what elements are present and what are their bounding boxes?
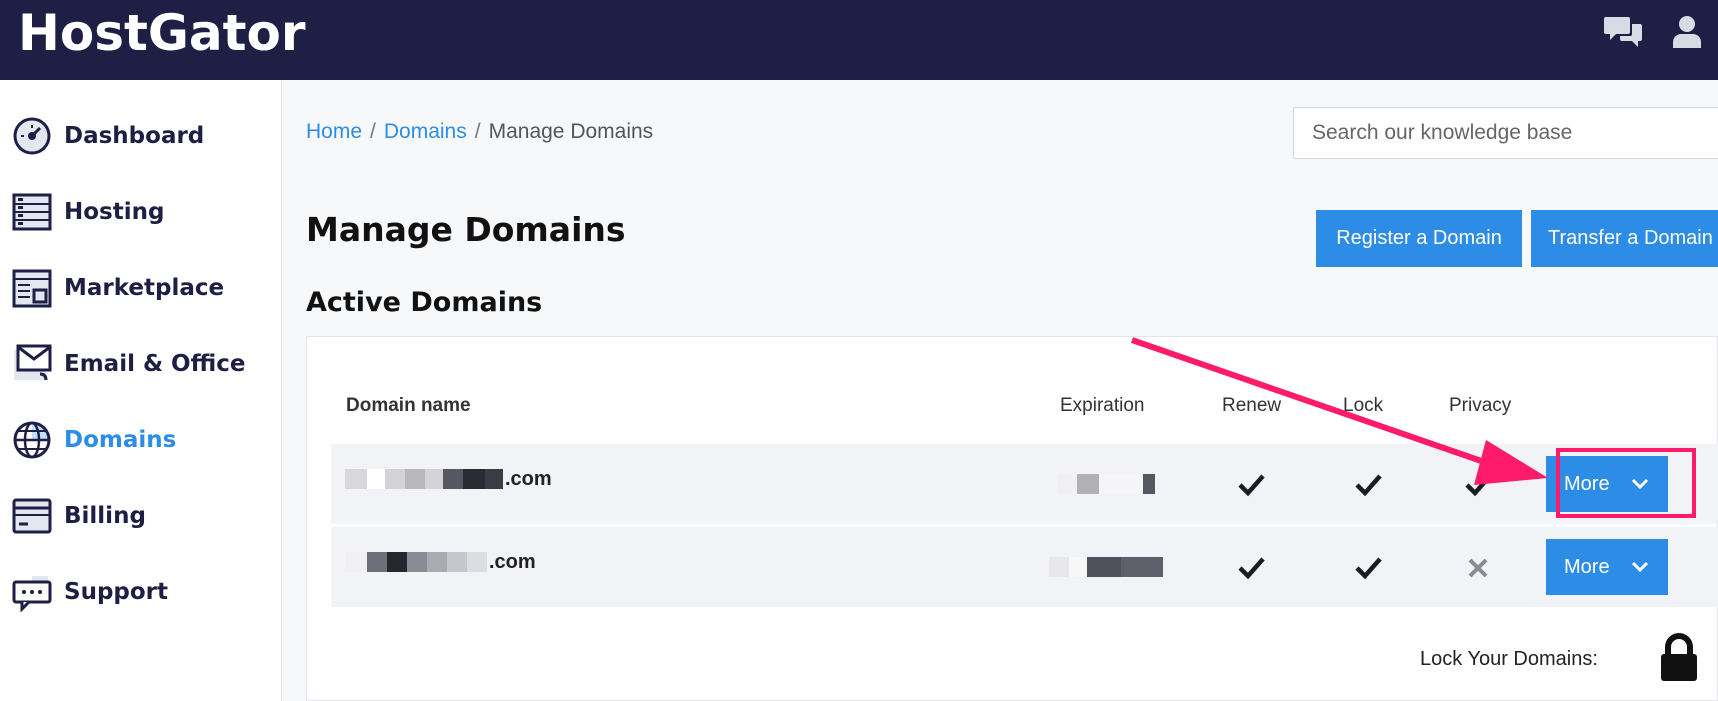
breadcrumb-home-link[interactable]: Home — [306, 120, 362, 143]
renew-check-icon — [1236, 553, 1266, 583]
more-dropdown-button[interactable]: More — [1546, 539, 1668, 595]
transfer-domain-button[interactable]: Transfer a Domain — [1531, 210, 1718, 267]
redacted-block — [1121, 557, 1163, 577]
padlock-icon[interactable] — [1659, 633, 1699, 683]
redacted-block — [367, 469, 385, 489]
hosting-server-icon — [12, 192, 52, 232]
annotation-highlight-box — [1556, 448, 1696, 518]
more-label: More — [1564, 555, 1610, 578]
sidebar-item-support[interactable]: Support — [12, 570, 272, 614]
redacted-block — [367, 552, 387, 572]
redacted-block — [345, 469, 367, 489]
sidebar-item-dashboard[interactable]: Dashboard — [12, 114, 272, 158]
marketplace-icon — [12, 268, 52, 308]
sidebar-item-label: Support — [64, 579, 169, 605]
breadcrumb-separator: / — [370, 120, 376, 143]
expiration-cell — [1057, 474, 1155, 494]
column-header-privacy: Privacy — [1449, 395, 1512, 416]
table-row: .com More — [331, 444, 1718, 524]
table-row: .com More — [331, 527, 1718, 607]
email-icon — [12, 344, 52, 384]
redacted-block — [1087, 557, 1121, 577]
redacted-block — [345, 552, 367, 572]
redacted-block — [463, 469, 485, 489]
hostgator-logo[interactable]: HostGator — [18, 4, 306, 62]
redacted-block — [467, 552, 487, 572]
breadcrumb: Home / Domains / Manage Domains — [306, 120, 653, 144]
knowledge-base-search — [1293, 107, 1718, 159]
domain-tld: .com — [489, 550, 536, 573]
sidebar-item-email-office[interactable]: Email & Office — [12, 342, 272, 386]
column-header-lock: Lock — [1343, 395, 1384, 416]
section-title-active-domains: Active Domains — [306, 287, 543, 318]
support-chat-icon — [12, 572, 52, 613]
column-header-renew: Renew — [1222, 395, 1282, 416]
redacted-block — [1077, 474, 1099, 494]
redacted-block — [387, 552, 407, 572]
renew-check-icon — [1236, 470, 1266, 500]
page-title: Manage Domains — [306, 210, 626, 249]
redacted-block — [447, 552, 467, 572]
lock-check-icon[interactable] — [1353, 553, 1383, 583]
sidebar-item-label: Marketplace — [64, 275, 225, 301]
sidebar: Dashboard Hosting Marketplace Email & Of… — [0, 80, 282, 701]
redacted-block — [427, 552, 447, 572]
sidebar-item-label: Email & Office — [64, 351, 246, 377]
privacy-x-icon[interactable] — [1463, 553, 1493, 583]
redacted-block — [405, 469, 425, 489]
chat-bubbles-icon[interactable] — [1604, 14, 1644, 50]
sidebar-item-billing[interactable]: Billing — [12, 494, 272, 538]
redacted-block — [1099, 474, 1143, 494]
main-content: Home / Domains / Manage Domains Manage Domai… — [282, 80, 1718, 701]
sidebar-item-label: Hosting — [64, 199, 165, 225]
redacted-block — [425, 469, 443, 489]
expiration-cell — [1049, 557, 1163, 577]
dashboard-gauge-icon — [12, 116, 52, 156]
sidebar-item-label: Dashboard — [64, 123, 205, 149]
search-input[interactable] — [1294, 108, 1718, 158]
breadcrumb-separator: / — [474, 120, 481, 143]
redacted-block — [443, 469, 463, 489]
lock-check-icon[interactable] — [1353, 470, 1383, 500]
sidebar-item-label: Billing — [64, 503, 146, 529]
breadcrumb-current: Manage Domains — [488, 120, 654, 143]
domain-tld: .com — [505, 467, 552, 490]
domain-name-cell[interactable]: .com — [345, 468, 552, 490]
redacted-block — [1057, 474, 1077, 494]
sidebar-item-domains[interactable]: Domains — [12, 418, 272, 462]
breadcrumb-domains-link[interactable]: Domains — [384, 120, 467, 143]
redacted-block — [1069, 557, 1087, 577]
globe-icon — [12, 420, 52, 460]
redacted-block — [385, 469, 405, 489]
sidebar-item-label: Domains — [64, 427, 177, 453]
column-header-domain[interactable]: Domain name — [346, 395, 471, 417]
user-icon[interactable] — [1670, 14, 1704, 50]
sidebar-item-marketplace[interactable]: Marketplace — [12, 266, 272, 310]
redacted-block — [1049, 557, 1069, 577]
redacted-block — [1143, 474, 1155, 494]
lock-your-domains-label: Lock Your Domains: — [1420, 648, 1598, 670]
top-bar: HostGator — [0, 0, 1718, 80]
privacy-check-icon[interactable] — [1463, 470, 1493, 500]
chevron-down-icon — [1631, 561, 1649, 573]
billing-icon — [12, 496, 52, 536]
domain-name-cell[interactable]: .com — [345, 551, 536, 573]
sidebar-item-hosting[interactable]: Hosting — [12, 190, 272, 234]
column-header-expiration[interactable]: Expiration — [1060, 395, 1145, 417]
redacted-block — [485, 469, 503, 489]
redacted-block — [407, 552, 427, 572]
domains-table-card: Domain name Expiration Renew Lock Privac… — [306, 336, 1718, 701]
register-domain-button[interactable]: Register a Domain — [1316, 210, 1522, 267]
